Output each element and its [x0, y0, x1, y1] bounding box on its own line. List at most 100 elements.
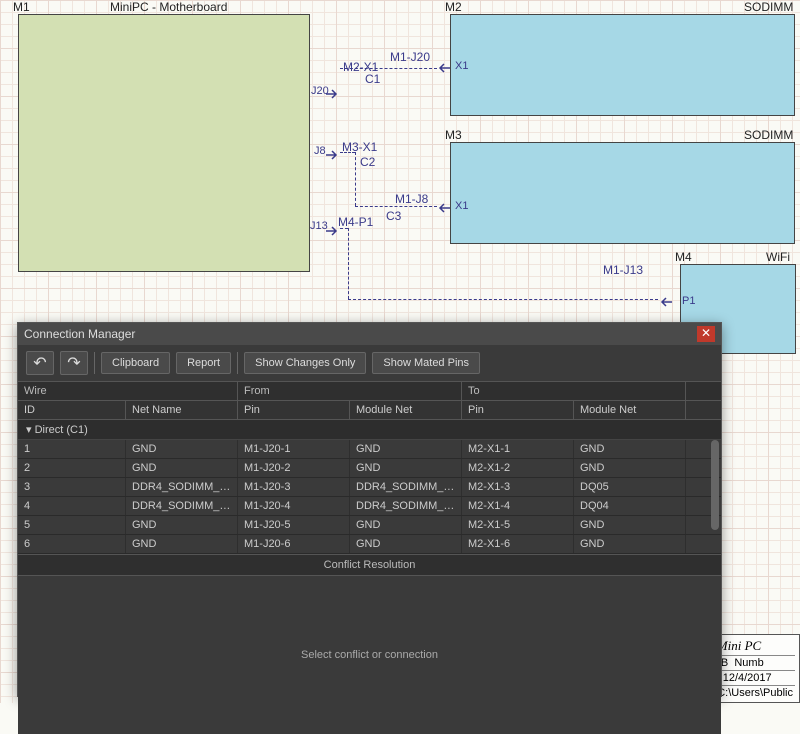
module-id-m1: M1: [13, 0, 30, 14]
module-name-m4: WiFi: [766, 250, 790, 264]
conn-label-c2: C2: [360, 155, 375, 169]
conn-label-m1j8: M1-J8: [395, 192, 428, 206]
cell-mn: DDR4_SODIMM_DQ4: [350, 497, 462, 515]
conflict-resolution-body: Select conflict or connection: [18, 576, 721, 734]
cell-mn2: GND: [574, 459, 686, 477]
table-row[interactable]: 5GNDM1-J20-5GNDM2-X1-5GND: [18, 516, 721, 535]
cell-pin: M1-J20-3: [238, 478, 350, 496]
cell-mn2: DQ05: [574, 478, 686, 496]
table-row[interactable]: 3DDR4_SODIMM_DQ5/D...M1-J20-3DDR4_SODIMM…: [18, 478, 721, 497]
arrow-out-icon: [326, 86, 340, 96]
arrow-in-icon: [436, 60, 450, 70]
arrow-in-icon: [658, 294, 672, 304]
cell-pin: M1-J20-1: [238, 440, 350, 458]
cell-mn2: GND: [574, 516, 686, 534]
cell-id: 6: [18, 535, 126, 553]
arrow-out-icon: [326, 147, 340, 157]
cell-id: 2: [18, 459, 126, 477]
redo-button[interactable]: ↷: [60, 351, 88, 375]
group-from: From: [238, 382, 462, 400]
cell-mn2: GND: [574, 440, 686, 458]
module-id-m3: M3: [445, 128, 462, 142]
report-button[interactable]: Report: [176, 352, 231, 374]
chevron-down-icon: ▾: [26, 424, 32, 436]
cell-nn: GND: [126, 440, 238, 458]
module-id-m4: M4: [675, 250, 692, 264]
table-header: ID Net Name Pin Module Net Pin Module Ne…: [18, 400, 721, 420]
cell-pin: M1-J20-2: [238, 459, 350, 477]
col-modnet-to[interactable]: Module Net: [574, 401, 686, 419]
cell-id: 1: [18, 440, 126, 458]
table-body: 1GNDM1-J20-1GNDM2-X1-1GND2GNDM1-J20-2GND…: [18, 440, 721, 554]
conflict-resolution-header: Conflict Resolution: [18, 554, 721, 576]
show-mated-button[interactable]: Show Mated Pins: [372, 352, 480, 374]
arrow-in-icon: [436, 200, 450, 210]
cell-pin2: M2-X1-1: [462, 440, 574, 458]
group-row[interactable]: ▾ Direct (C1): [18, 420, 721, 440]
group-wire: Wire: [18, 382, 238, 400]
cell-mn: DDR4_SODIMM_DQ5: [350, 478, 462, 496]
conn-label-m1j20: M1-J20: [390, 50, 430, 64]
conn-label-m1j13: M1-J13: [603, 263, 643, 277]
module-name-m2: SODIMM: [744, 0, 793, 14]
cell-nn: GND: [126, 535, 238, 553]
separator: [94, 352, 95, 374]
conn-label-c1: C1: [365, 72, 380, 86]
window-close-button[interactable]: ✕: [697, 326, 715, 342]
module-block-m3[interactable]: [450, 142, 795, 244]
table-row[interactable]: 2GNDM1-J20-2GNDM2-X1-2GND: [18, 459, 721, 478]
col-pin-from[interactable]: Pin: [238, 401, 350, 419]
table-row[interactable]: 6GNDM1-J20-6GNDM2-X1-6GND: [18, 535, 721, 554]
cell-pin: M1-J20-6: [238, 535, 350, 553]
scrollbar-thumb[interactable]: [711, 440, 719, 530]
wire-p1-b: [348, 228, 349, 299]
pin-label-j8: J8: [314, 145, 326, 157]
close-icon: ✕: [701, 326, 711, 340]
cell-nn: GND: [126, 516, 238, 534]
window-titlebar[interactable]: Connection Manager ✕: [18, 323, 721, 345]
module-block-m2[interactable]: [450, 14, 795, 116]
wire-c3: [355, 206, 437, 207]
undo-button[interactable]: ↶: [26, 351, 54, 375]
module-block-m1[interactable]: [18, 14, 310, 272]
cell-pin2: M2-X1-5: [462, 516, 574, 534]
table-row[interactable]: 4DDR4_SODIMM_DQ4/D...M1-J20-4DDR4_SODIMM…: [18, 497, 721, 516]
titleblock-title: Mini PC: [717, 638, 761, 653]
pin-label-p1: P1: [682, 295, 695, 307]
column-group-header: Wire From To: [18, 381, 721, 400]
conn-label-c3: C3: [386, 209, 401, 223]
connection-manager-window: Connection Manager ✕ ↶ ↷ Clipboard Repor…: [17, 322, 722, 697]
wire-c2-v: [355, 152, 356, 206]
wire-p1-a: [340, 228, 348, 229]
wire-p1-c: [348, 299, 658, 300]
toolbar: ↶ ↷ Clipboard Report Show Changes Only S…: [18, 345, 721, 381]
cell-pin: M1-J20-5: [238, 516, 350, 534]
window-title: Connection Manager: [24, 327, 135, 341]
col-pin-to[interactable]: Pin: [462, 401, 574, 419]
col-modnet-from[interactable]: Module Net: [350, 401, 462, 419]
conn-label-m4p1: M4-P1: [338, 215, 373, 229]
pin-label-m3-x1: X1: [455, 200, 468, 212]
cell-id: 5: [18, 516, 126, 534]
table-row[interactable]: 1GNDM1-J20-1GNDM2-X1-1GND: [18, 440, 721, 459]
cell-pin2: M2-X1-3: [462, 478, 574, 496]
cell-nn: DDR4_SODIMM_DQ4/D...: [126, 497, 238, 515]
clipboard-button[interactable]: Clipboard: [101, 352, 170, 374]
cell-pin: M1-J20-4: [238, 497, 350, 515]
col-netname[interactable]: Net Name: [126, 401, 238, 419]
conflict-msg: Select conflict or connection: [301, 649, 438, 661]
wire-c2-h: [340, 152, 355, 153]
cell-nn: GND: [126, 459, 238, 477]
module-name-m1: MiniPC - Motherboard: [110, 0, 227, 14]
group-row-label: Direct (C1): [35, 424, 88, 436]
cell-mn: GND: [350, 459, 462, 477]
cell-mn2: GND: [574, 535, 686, 553]
cell-id: 3: [18, 478, 126, 496]
cell-pin2: M2-X1-6: [462, 535, 574, 553]
cell-pin2: M2-X1-4: [462, 497, 574, 515]
wire-c1: [340, 68, 437, 69]
cell-id: 4: [18, 497, 126, 515]
arrow-out-icon: [326, 223, 340, 233]
show-changes-button[interactable]: Show Changes Only: [244, 352, 366, 374]
col-id[interactable]: ID: [18, 401, 126, 419]
